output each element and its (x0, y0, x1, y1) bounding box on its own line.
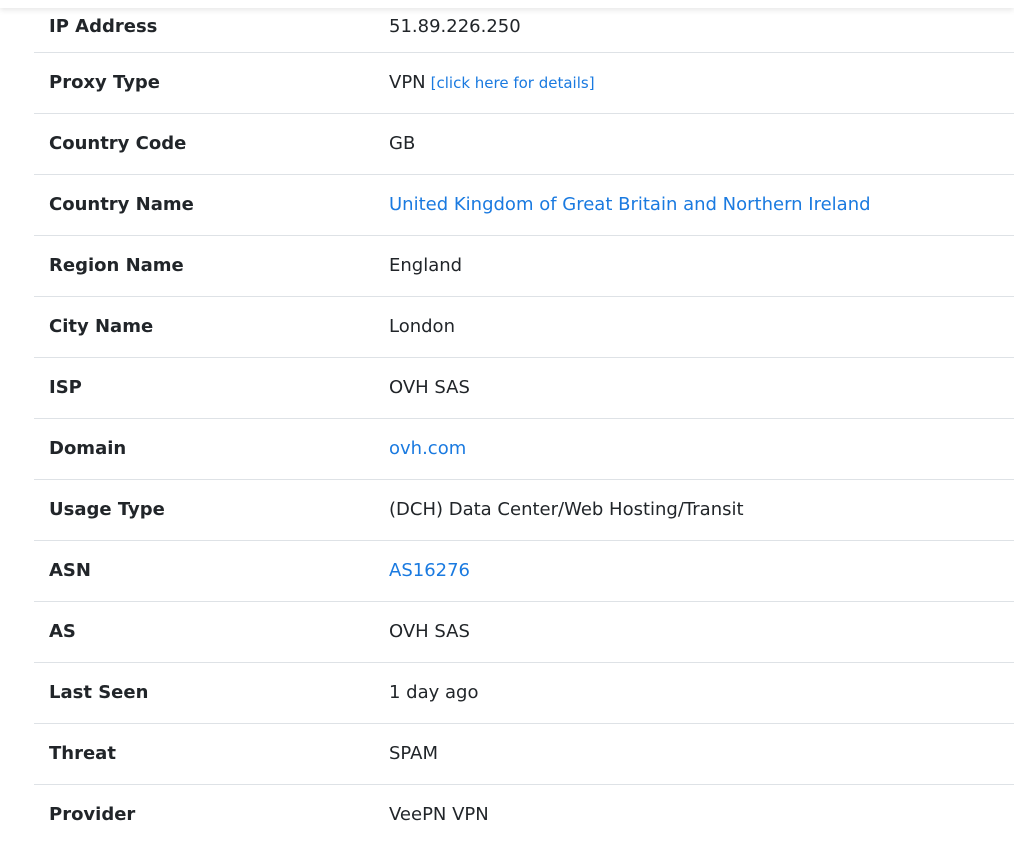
row-value: OVH SAS (374, 356, 1014, 418)
table-row-city-name: City Name London (34, 295, 1014, 357)
row-label: AS (34, 600, 374, 662)
proxy-details-link[interactable]: [click here for details] (431, 74, 595, 92)
row-value-cell: United Kingdom of Great Britain and Nort… (374, 173, 1014, 235)
row-value: England (374, 234, 1014, 296)
row-label: ASN (34, 539, 374, 601)
domain-link[interactable]: ovh.com (389, 438, 466, 459)
row-value-cell: ovh.com (374, 417, 1014, 479)
table-row-usage-type: Usage Type (DCH) Data Center/Web Hosting… (34, 478, 1014, 540)
table-row-domain: Domain ovh.com (34, 417, 1014, 479)
row-value: 1 day ago (374, 661, 1014, 723)
row-label: Proxy Type (34, 51, 374, 113)
table-row-country-code: Country Code GB (34, 112, 1014, 174)
table-row-as: AS OVH SAS (34, 600, 1014, 662)
row-value: London (374, 295, 1014, 357)
table-row-threat: Threat SPAM (34, 722, 1014, 784)
row-label: Threat (34, 722, 374, 784)
table-row-proxy-type: Proxy Type VPN [click here for details] (34, 51, 1014, 113)
row-value: SPAM (374, 722, 1014, 784)
table-row-region-name: Region Name England (34, 234, 1014, 296)
row-label: Last Seen (34, 661, 374, 723)
table-row-country-name: Country Name United Kingdom of Great Bri… (34, 173, 1014, 235)
asn-link[interactable]: AS16276 (389, 560, 470, 581)
country-name-link[interactable]: United Kingdom of Great Britain and Nort… (389, 194, 871, 215)
table-row-isp: ISP OVH SAS (34, 356, 1014, 418)
table-row-asn: ASN AS16276 (34, 539, 1014, 601)
row-value: GB (374, 112, 1014, 174)
row-label: Country Code (34, 112, 374, 174)
row-value-cell: AS16276 (374, 539, 1014, 601)
row-value: (DCH) Data Center/Web Hosting/Transit (374, 478, 1014, 540)
row-label: Region Name (34, 234, 374, 296)
ip-details-table-container: IP Address 51.89.226.250 Proxy Type VPN[… (34, 0, 1014, 845)
table-row-last-seen: Last Seen 1 day ago (34, 661, 1014, 723)
row-label: Country Name (34, 173, 374, 235)
header-shadow (0, 0, 1014, 8)
row-label: ISP (34, 356, 374, 418)
table-row-provider: Provider VeePN VPN (34, 783, 1014, 845)
row-value: VeePN VPN (374, 783, 1014, 845)
row-label: Provider (34, 783, 374, 845)
row-label: Usage Type (34, 478, 374, 540)
row-label: Domain (34, 417, 374, 479)
row-value: OVH SAS (374, 600, 1014, 662)
row-value-cell: VPN [click here for details] (374, 51, 1014, 113)
row-label: City Name (34, 295, 374, 357)
row-value: VPN (389, 72, 426, 93)
ip-details-table: IP Address 51.89.226.250 Proxy Type VPN[… (34, 0, 1014, 845)
